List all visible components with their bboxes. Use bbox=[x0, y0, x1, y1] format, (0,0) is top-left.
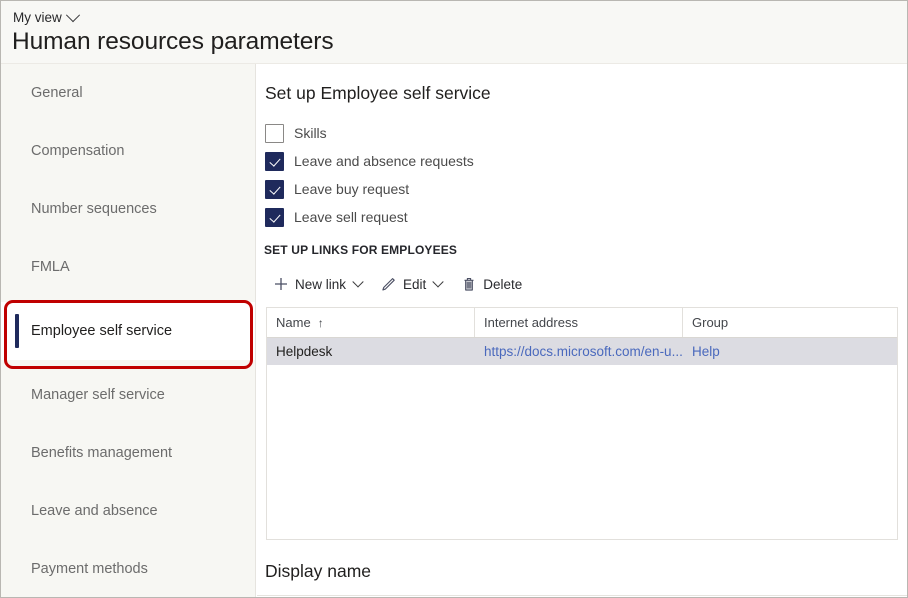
page-header: My view Human resources parameters bbox=[1, 1, 907, 64]
sidebar-item-fmla[interactable]: FMLA bbox=[1, 238, 255, 296]
sort-ascending-icon: ↑ bbox=[317, 315, 324, 330]
checkbox-skills[interactable] bbox=[265, 123, 284, 143]
sidebar-item-label: FMLA bbox=[31, 259, 70, 275]
cell-name: Helpdesk bbox=[276, 344, 333, 359]
checkbox-leave-buy-request[interactable] bbox=[265, 179, 284, 199]
sidebar-nav: General Compensation Number sequences FM… bbox=[1, 64, 256, 597]
new-link-button[interactable]: New link bbox=[263, 269, 371, 299]
checkbox-label: Leave and absence requests bbox=[294, 153, 474, 169]
column-header-label: Group bbox=[692, 315, 729, 330]
checkbox-row-leave-buy-request[interactable]: Leave buy request bbox=[265, 175, 474, 203]
app-window: My view Human resources parameters Gener… bbox=[0, 0, 908, 598]
checkbox-label: Skills bbox=[294, 125, 327, 141]
cell-group[interactable]: Help bbox=[683, 338, 897, 365]
sidebar-item-label: Compensation bbox=[31, 143, 125, 159]
page-title: Human resources parameters bbox=[12, 28, 334, 55]
checkbox-label: Leave sell request bbox=[294, 209, 408, 225]
delete-label: Delete bbox=[483, 276, 523, 292]
checkbox-label: Leave buy request bbox=[294, 181, 410, 197]
trash-icon bbox=[460, 276, 477, 293]
sidebar-item-employee-self-service[interactable]: Employee self service bbox=[1, 302, 255, 360]
table-row[interactable]: Helpdesk https://docs.microsoft.com/en-u… bbox=[267, 338, 897, 365]
column-header-group[interactable]: Group bbox=[683, 308, 897, 337]
links-grid: Name ↑ Internet address Group Helpdesk h… bbox=[266, 307, 898, 540]
column-header-internet-address[interactable]: Internet address bbox=[475, 308, 683, 337]
chevron-down-icon bbox=[432, 276, 444, 288]
view-selector-label: My view bbox=[13, 10, 62, 25]
group-caption: SET UP LINKS FOR EMPLOYEES bbox=[264, 243, 458, 257]
sidebar-item-label: Number sequences bbox=[31, 201, 157, 217]
sidebar-item-manager-self-service[interactable]: Manager self service bbox=[1, 366, 255, 424]
selection-accent-bar bbox=[15, 314, 19, 348]
checkbox-leave-sell-request[interactable] bbox=[265, 207, 284, 227]
section-title: Set up Employee self service bbox=[265, 83, 491, 103]
plus-icon bbox=[272, 276, 289, 293]
sidebar-item-leave-and-absence[interactable]: Leave and absence bbox=[1, 482, 255, 540]
cropped-arc-icon bbox=[32, 1, 48, 4]
sidebar-item-label: Employee self service bbox=[31, 323, 173, 339]
checkbox-row-leave-sell-request[interactable]: Leave sell request bbox=[265, 203, 474, 231]
column-header-name[interactable]: Name ↑ bbox=[267, 308, 475, 337]
edit-label: Edit bbox=[403, 276, 427, 292]
checkbox-row-skills[interactable]: Skills bbox=[265, 119, 474, 147]
sidebar-item-label: Benefits management bbox=[31, 445, 173, 461]
sidebar-item-payment-methods[interactable]: Payment methods bbox=[1, 540, 255, 597]
sidebar-item-compensation[interactable]: Compensation bbox=[1, 122, 255, 180]
pencil-icon bbox=[380, 276, 397, 293]
sidebar-item-general[interactable]: General bbox=[1, 64, 255, 122]
chevron-down-icon bbox=[352, 276, 364, 288]
delete-button[interactable]: Delete bbox=[451, 269, 531, 299]
sidebar-item-label: Manager self service bbox=[31, 387, 165, 403]
new-link-label: New link bbox=[295, 276, 347, 292]
edit-button[interactable]: Edit bbox=[371, 269, 451, 299]
column-header-label: Internet address bbox=[484, 315, 578, 330]
checkbox-row-leave-and-absence-requests[interactable]: Leave and absence requests bbox=[265, 147, 474, 175]
chevron-down-icon bbox=[65, 7, 80, 22]
sidebar-item-label: Leave and absence bbox=[31, 503, 158, 519]
view-selector[interactable]: My view bbox=[13, 7, 80, 25]
display-name-label: Display name bbox=[265, 561, 372, 581]
employee-self-service-options: Skills Leave and absence requests Leave … bbox=[265, 119, 474, 231]
grid-header-row: Name ↑ Internet address Group bbox=[267, 308, 897, 338]
column-header-label: Name bbox=[276, 315, 311, 330]
grid-toolbar: New link Edit Delete bbox=[263, 269, 531, 299]
cell-internet-address[interactable]: https://docs.microsoft.com/en-u... bbox=[475, 338, 683, 365]
sidebar-item-label: Payment methods bbox=[31, 561, 148, 577]
footer-divider bbox=[257, 595, 907, 596]
sidebar-item-number-sequences[interactable]: Number sequences bbox=[1, 180, 255, 238]
main-content: Set up Employee self service Skills Leav… bbox=[257, 64, 907, 597]
checkbox-leave-and-absence-requests[interactable] bbox=[265, 151, 284, 171]
sidebar-item-benefits-management[interactable]: Benefits management bbox=[1, 424, 255, 482]
sidebar-item-label: General bbox=[31, 85, 83, 101]
